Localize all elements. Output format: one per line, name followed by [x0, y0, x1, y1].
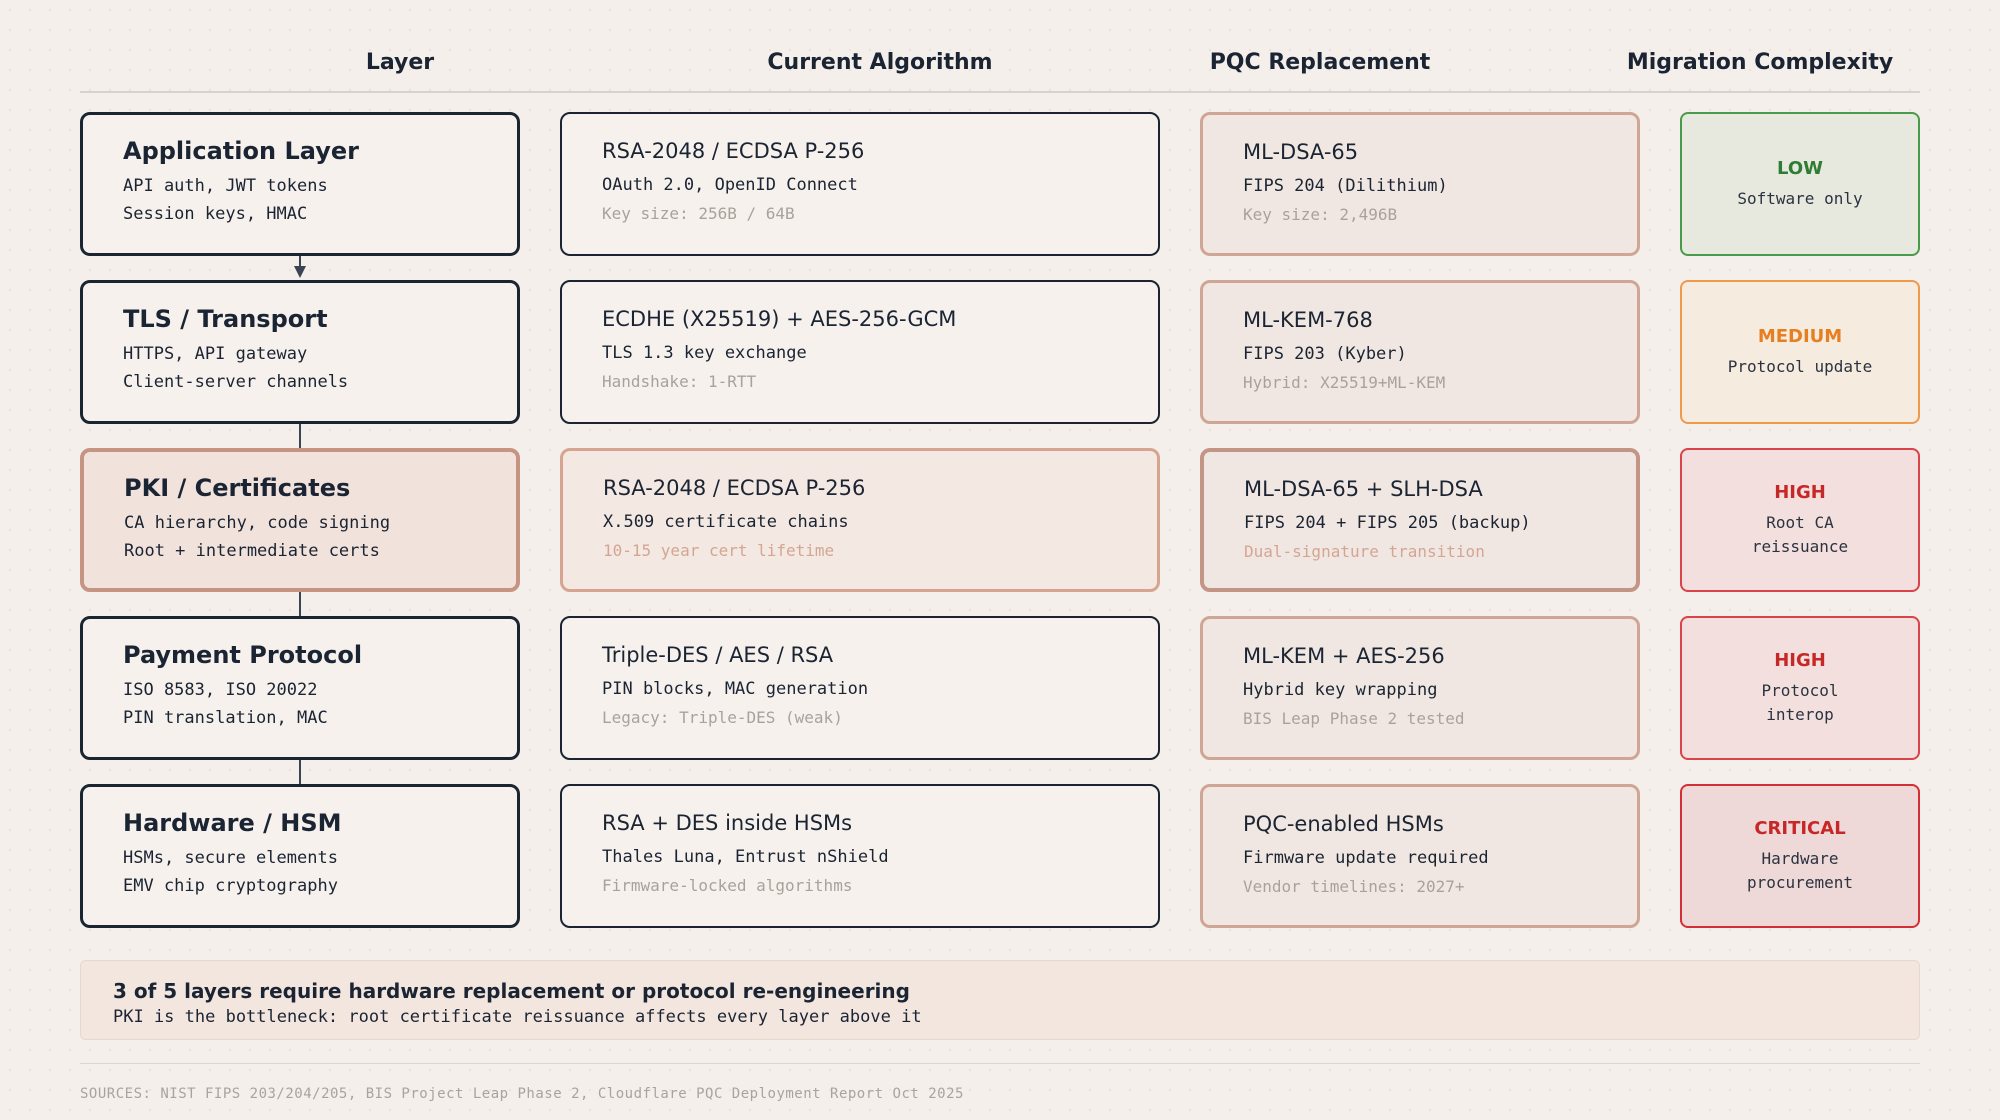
complexity-desc: Protocol update — [1727, 356, 1873, 376]
pqc-detail: FIPS 204 (Dilithium) — [1243, 176, 1448, 196]
layer-detail: Session keys, HMAC — [123, 204, 308, 224]
algorithm-note: Firmware-locked algorithms — [602, 876, 853, 895]
layer-title: TLS / Transport — [123, 305, 328, 333]
algorithm-detail: TLS 1.3 key exchange — [602, 343, 807, 363]
current-algorithm-box-payment: Triple-DES / AES / RSA PIN blocks, MAC g… — [560, 616, 1160, 760]
pqc-detail: Firmware update required — [1243, 848, 1489, 868]
complexity-desc: Software only — [1737, 188, 1863, 208]
complexity-box-high-payment: HIGH Protocol interop — [1680, 616, 1920, 760]
layer-box-application: Application Layer API auth, JWT tokens S… — [80, 112, 520, 256]
algorithm-note: Legacy: Triple-DES (weak) — [602, 708, 843, 727]
complexity-level: HIGH — [1774, 649, 1826, 671]
pqc-note: Vendor timelines: 2027+ — [1243, 877, 1465, 896]
footer-divider — [80, 1063, 1920, 1064]
complexity-box-medium: MEDIUM Protocol update — [1680, 280, 1920, 424]
layer-detail: CA hierarchy, code signing — [124, 513, 391, 533]
algorithm-note: 10-15 year cert lifetime — [603, 541, 835, 560]
header-pqc-replacement: PQC Replacement — [1209, 50, 1431, 75]
pqc-detail: FIPS 204 + FIPS 205 (backup) — [1244, 513, 1531, 533]
current-algorithm-box-application: RSA-2048 / ECDSA P-256 OAuth 2.0, OpenID… — [560, 112, 1160, 256]
pqc-box-application: ML-DSA-65 FIPS 204 (Dilithium) Key size:… — [1200, 112, 1640, 256]
complexity-level: HIGH — [1774, 481, 1826, 503]
algorithm-title: RSA-2048 / ECDSA P-256 — [602, 139, 865, 163]
pqc-title: ML-KEM + AES-256 — [1243, 644, 1445, 668]
layer-box-payment: Payment Protocol ISO 8583, ISO 20022 PIN… — [80, 616, 520, 760]
pqc-title: PQC-enabled HSMs — [1243, 812, 1444, 836]
layer-title: Application Layer — [123, 137, 359, 165]
layer-detail: API auth, JWT tokens — [123, 176, 328, 196]
pqc-note: BIS Leap Phase 2 tested — [1243, 709, 1465, 728]
header-divider — [80, 91, 1920, 93]
algorithm-detail: PIN blocks, MAC generation — [602, 679, 869, 699]
complexity-desc: Root CA — [1766, 512, 1834, 532]
current-algorithm-box-hardware: RSA + DES inside HSMs Thales Luna, Entru… — [560, 784, 1160, 928]
summary-title: 3 of 5 layers require hardware replaceme… — [113, 979, 910, 1003]
layer-detail: HSMs, secure elements — [123, 848, 338, 868]
algorithm-note: Handshake: 1-RTT — [602, 372, 757, 391]
pqc-note: Key size: 2,496B — [1243, 205, 1398, 224]
complexity-desc: Hardware — [1761, 848, 1839, 868]
arrow-down-icon — [294, 266, 306, 278]
pqc-box-payment: ML-KEM + AES-256 Hybrid key wrapping BIS… — [1200, 616, 1640, 760]
layer-detail: Root + intermediate certs — [124, 541, 380, 561]
pqc-box-pki: ML-DSA-65 + SLH-DSA FIPS 204 + FIPS 205 … — [1200, 448, 1640, 592]
layer-title: Hardware / HSM — [123, 809, 342, 837]
connector-4 — [299, 760, 301, 784]
complexity-level: LOW — [1777, 157, 1823, 179]
current-algorithm-box-tls: ECDHE (X25519) + AES-256-GCM TLS 1.3 key… — [560, 280, 1160, 424]
pqc-title: ML-DSA-65 — [1243, 140, 1359, 164]
complexity-level: MEDIUM — [1757, 325, 1843, 347]
algorithm-title: Triple-DES / AES / RSA — [602, 643, 834, 667]
algorithm-note: Key size: 256B / 64B — [602, 204, 795, 223]
pqc-note: Hybrid: X25519+ML-KEM — [1243, 373, 1446, 392]
layer-detail: Client-server channels — [123, 372, 349, 392]
sources-text: SOURCES: NIST FIPS 203/204/205, BIS Proj… — [80, 1086, 964, 1102]
layer-box-tls: TLS / Transport HTTPS, API gateway Clien… — [80, 280, 520, 424]
connector-2 — [299, 424, 301, 448]
layer-box-pki: PKI / Certificates CA hierarchy, code si… — [80, 448, 520, 592]
complexity-desc: Protocol — [1761, 680, 1839, 700]
complexity-box-low: LOW Software only — [1680, 112, 1920, 256]
pqc-detail: FIPS 203 (Kyber) — [1243, 344, 1407, 364]
current-algorithm-box-pki: RSA-2048 / ECDSA P-256 X.509 certificate… — [560, 448, 1160, 592]
algorithm-title: ECDHE (X25519) + AES-256-GCM — [602, 307, 957, 331]
algorithm-detail: X.509 certificate chains — [603, 512, 849, 532]
algorithm-detail: OAuth 2.0, OpenID Connect — [602, 175, 858, 195]
algorithm-title: RSA-2048 / ECDSA P-256 — [603, 476, 866, 500]
header-migration-complexity: Migration Complexity — [1626, 50, 1894, 75]
header-current-algorithm: Current Algorithm — [767, 50, 993, 75]
algorithm-title: RSA + DES inside HSMs — [602, 811, 853, 835]
complexity-desc: procurement — [1747, 872, 1853, 892]
pqc-box-hardware: PQC-enabled HSMs Firmware update require… — [1200, 784, 1640, 928]
summary-note: 3 of 5 layers require hardware replaceme… — [80, 960, 1920, 1040]
complexity-box-critical: CRITICAL Hardware procurement — [1680, 784, 1920, 928]
layer-title: PKI / Certificates — [124, 474, 351, 502]
header-layer: Layer — [365, 50, 435, 75]
layer-detail: ISO 8583, ISO 20022 — [123, 680, 318, 700]
complexity-level: CRITICAL — [1754, 817, 1846, 839]
layer-detail: PIN translation, MAC — [123, 708, 328, 728]
connector-3 — [299, 592, 301, 616]
layer-title: Payment Protocol — [123, 641, 363, 669]
pqc-note: Dual-signature transition — [1244, 542, 1485, 561]
complexity-desc: reissuance — [1751, 536, 1849, 556]
layer-detail: EMV chip cryptography — [123, 876, 338, 896]
complexity-desc: interop — [1766, 704, 1834, 724]
pqc-title: ML-DSA-65 + SLH-DSA — [1244, 477, 1483, 501]
complexity-box-high-pki: HIGH Root CA reissuance — [1680, 448, 1920, 592]
pqc-title: ML-KEM-768 — [1243, 308, 1373, 332]
algorithm-detail: Thales Luna, Entrust nShield — [602, 847, 889, 867]
layer-detail: HTTPS, API gateway — [123, 344, 308, 364]
summary-subtitle: PKI is the bottleneck: root certificate … — [113, 1007, 922, 1027]
pqc-box-tls: ML-KEM-768 FIPS 203 (Kyber) Hybrid: X255… — [1200, 280, 1640, 424]
pqc-detail: Hybrid key wrapping — [1243, 680, 1438, 700]
layer-box-hardware: Hardware / HSM HSMs, secure elements EMV… — [80, 784, 520, 928]
